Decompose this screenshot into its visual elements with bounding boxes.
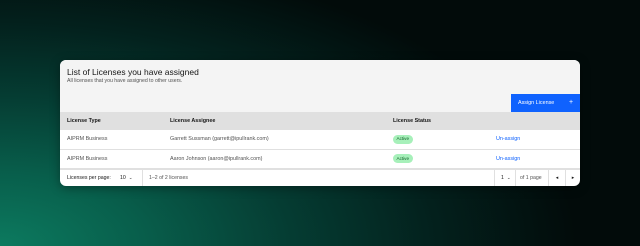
- plus-icon: +: [568, 99, 574, 106]
- next-page-button[interactable]: ▸: [565, 170, 580, 187]
- per-page-value: 10: [120, 175, 126, 181]
- assign-license-label: Assign License: [518, 100, 555, 106]
- pagination-bar: Licenses per page: 10 ⌄ 1–2 of 2 license…: [60, 168, 580, 187]
- divider: [515, 169, 516, 186]
- per-page-label: Licenses per page:: [67, 175, 111, 181]
- page-value: 1: [501, 175, 504, 181]
- caret-left-icon: ◂: [555, 175, 559, 181]
- licenses-panel: List of Licenses you have assigned All l…: [60, 60, 580, 186]
- action-cell: Un-assign: [489, 149, 580, 168]
- chevron-down-icon: ⌄: [128, 175, 133, 180]
- column-header-action: [489, 112, 580, 130]
- license-assignee-cell: Aaron Johnson (aaron@ipullrank.com): [170, 155, 263, 162]
- status-badge: Active: [393, 134, 413, 144]
- column-header-license-type: License Type: [67, 118, 101, 124]
- status-badge: Active: [393, 154, 413, 163]
- page-title: List of Licenses you have assigned: [67, 67, 199, 77]
- page-total-text: of 1 page: [520, 175, 542, 181]
- page-select[interactable]: 1 ⌄: [501, 170, 511, 187]
- action-cell: Un-assign: [489, 130, 580, 149]
- chevron-down-icon: ⌄: [506, 175, 511, 180]
- unassign-link[interactable]: Un-assign: [496, 136, 520, 142]
- license-assignee-cell: Garrett Sussman (garrett@ipullrank.com): [170, 136, 269, 143]
- assign-license-button[interactable]: Assign License +: [511, 94, 580, 112]
- column-header-license-status: License Status: [393, 118, 432, 124]
- per-page-select[interactable]: 10 ⌄: [120, 170, 133, 187]
- column-header-license-assignee: License Assignee: [170, 118, 216, 124]
- caret-right-icon: ▸: [571, 175, 575, 181]
- table-row: AIPRM Business Aaron Johnson (aaron@ipul…: [60, 149, 580, 168]
- unassign-link[interactable]: Un-assign: [496, 156, 520, 162]
- previous-page-button[interactable]: ◂: [549, 170, 565, 187]
- table-header-row: License Type License Assignee License St…: [60, 112, 580, 130]
- license-status-cell: Active: [386, 130, 489, 149]
- page-subtitle: All licenses that you have assigned to o…: [67, 78, 183, 84]
- table-row: AIPRM Business Garrett Sussman (garrett@…: [60, 130, 580, 149]
- range-text: 1–2 of 2 licenses: [149, 175, 188, 181]
- divider: [142, 169, 143, 186]
- license-type-cell: AIPRM Business: [67, 136, 108, 143]
- divider: [494, 169, 495, 186]
- licenses-table: License Type License Assignee License St…: [60, 112, 580, 169]
- license-status-cell: Active: [386, 149, 489, 168]
- license-type-cell: AIPRM Business: [67, 155, 108, 162]
- panel-header: List of Licenses you have assigned All l…: [60, 60, 580, 112]
